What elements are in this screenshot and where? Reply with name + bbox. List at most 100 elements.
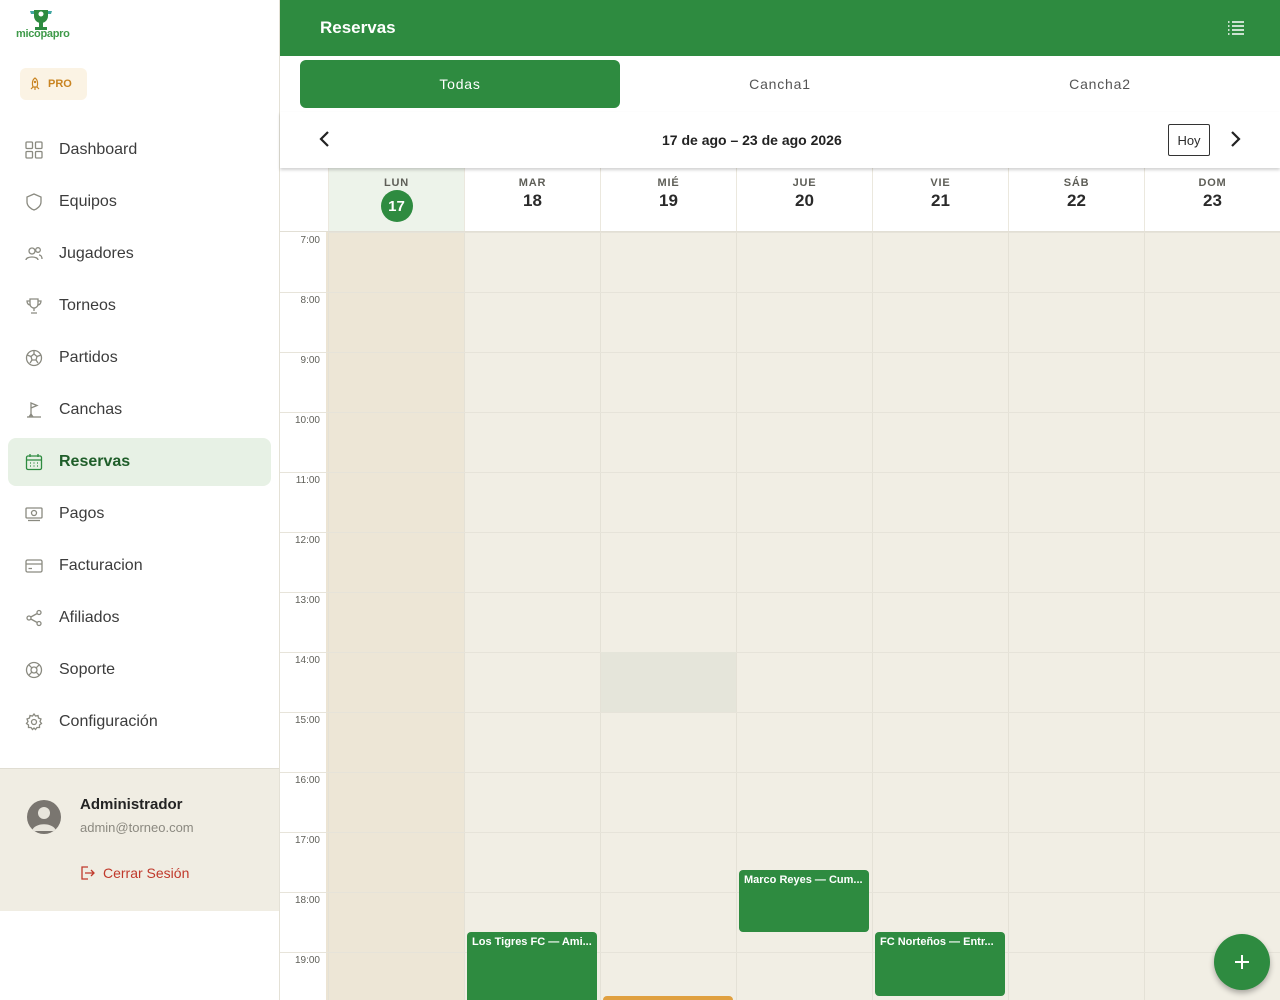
day-header-lun[interactable]: LUN 17 bbox=[328, 168, 464, 231]
sidebar-item-label: Canchas bbox=[59, 401, 123, 418]
time-label: 8:00 bbox=[300, 295, 320, 306]
time-divider bbox=[280, 592, 328, 593]
people-icon bbox=[24, 244, 44, 264]
user-avatar-icon bbox=[32, 807, 56, 831]
credit-card-icon bbox=[24, 556, 44, 576]
trophy-icon bbox=[24, 296, 44, 316]
user-panel: Administrador admin@torneo.com Cerrar Se… bbox=[0, 768, 279, 911]
day-column[interactable] bbox=[872, 232, 1008, 1000]
sidebar-item-label: Reservas bbox=[59, 453, 131, 470]
user-name: Administrador bbox=[80, 796, 183, 813]
money-icon bbox=[24, 504, 44, 524]
sidebar-item-reservas[interactable]: Reservas bbox=[8, 438, 271, 486]
time-label: 19:00 bbox=[294, 955, 320, 966]
plan-badge-label: PRO bbox=[48, 78, 72, 90]
sidebar-item-soporte[interactable]: Soporte bbox=[8, 646, 271, 694]
sidebar-nav: Dashboard Equipos Jugadores Torneos Part… bbox=[8, 126, 271, 750]
reservation-event[interactable]: Marco Reyes — Cum... bbox=[739, 869, 869, 933]
sidebar-item-label: Pagos bbox=[59, 505, 105, 522]
hour-line bbox=[328, 292, 1280, 293]
rocket-icon bbox=[30, 77, 40, 90]
time-divider bbox=[280, 952, 328, 953]
calendar-day-header: LUN 17 MAR 18 MIÉ 19 JUE 20 VIE 21 SÁB 22 DOM 23 bbox=[280, 168, 1280, 232]
tab-cancha1[interactable]: Cancha1 bbox=[620, 60, 940, 108]
time-divider bbox=[280, 712, 328, 713]
sidebar-item-partidos[interactable]: Partidos bbox=[8, 334, 271, 382]
time-divider bbox=[280, 292, 328, 293]
hour-line bbox=[328, 652, 1280, 653]
day-name: MAR bbox=[518, 177, 547, 189]
time-divider bbox=[280, 772, 328, 773]
brand-logo-text: micopapro bbox=[16, 28, 70, 40]
logout-button[interactable]: Cerrar Sesión bbox=[79, 865, 189, 881]
sidebar-item-facturacion[interactable]: Facturacion bbox=[8, 542, 271, 590]
sidebar-item-torneos[interactable]: Torneos bbox=[8, 282, 271, 330]
time-label: 15:00 bbox=[294, 715, 320, 726]
hour-line bbox=[328, 352, 1280, 353]
day-name: DOM bbox=[1198, 177, 1227, 189]
day-header-jue[interactable]: JUE 20 bbox=[736, 168, 872, 231]
time-divider bbox=[280, 472, 328, 473]
day-column[interactable] bbox=[464, 232, 600, 1000]
calendar-icon bbox=[24, 452, 44, 472]
day-name: SÁB bbox=[1063, 177, 1090, 189]
plan-badge: PRO bbox=[20, 68, 87, 100]
tab-cancha2[interactable]: Cancha2 bbox=[940, 60, 1260, 108]
time-divider bbox=[280, 532, 328, 533]
soccer-ball-icon bbox=[24, 348, 44, 368]
day-header-vie[interactable]: VIE 21 bbox=[872, 168, 1008, 231]
time-divider bbox=[280, 352, 328, 353]
day-number: 23 bbox=[1203, 191, 1222, 210]
reservation-event[interactable]: Los Tigres FC — Ami... bbox=[467, 932, 597, 1000]
hour-line bbox=[328, 712, 1280, 713]
hovered-time-slot[interactable] bbox=[601, 652, 736, 712]
date-navigation: 17 de ago – 23 de ago 2026 Hoy bbox=[280, 112, 1280, 168]
time-gutter: 7:00 8:00 9:00 10:00 11:00 12:00 13:00 14:00 15:… bbox=[280, 232, 328, 1000]
tab-todas[interactable]: Todas bbox=[300, 60, 620, 108]
chevron-right-icon[interactable] bbox=[1224, 128, 1246, 150]
day-header-dom[interactable]: DOM 23 bbox=[1144, 168, 1280, 231]
day-number: 22 bbox=[1067, 191, 1086, 210]
sidebar-item-label: Equipos bbox=[59, 193, 117, 210]
add-reservation-button[interactable] bbox=[1214, 934, 1270, 990]
time-label: 9:00 bbox=[300, 355, 320, 366]
sidebar-item-equipos[interactable]: Equipos bbox=[8, 178, 271, 226]
time-label: 16:00 bbox=[294, 775, 320, 786]
sidebar-item-jugadores[interactable]: Jugadores bbox=[8, 230, 271, 278]
sidebar-item-configuracion[interactable]: Configuración bbox=[8, 698, 271, 746]
time-label: 13:00 bbox=[294, 595, 320, 606]
hour-line bbox=[328, 532, 1280, 533]
day-column[interactable] bbox=[1008, 232, 1144, 1000]
reservation-event[interactable]: FC Norteños — Entr... bbox=[875, 932, 1005, 996]
chevron-left-icon[interactable] bbox=[314, 128, 336, 150]
sidebar-item-dashboard[interactable]: Dashboard bbox=[8, 126, 271, 174]
today-button[interactable]: Hoy bbox=[1168, 124, 1210, 156]
day-column[interactable] bbox=[1144, 232, 1280, 1000]
sidebar: micopapro PRO Dashboard Equipos Jugadore… bbox=[0, 0, 280, 1000]
reservation-event[interactable] bbox=[603, 995, 733, 1000]
time-label: 10:00 bbox=[294, 415, 320, 426]
sidebar-item-canchas[interactable]: Canchas bbox=[8, 386, 271, 434]
day-header-sáb[interactable]: SÁB 22 bbox=[1008, 168, 1144, 231]
day-header-mar[interactable]: MAR 18 bbox=[464, 168, 600, 231]
time-label: 14:00 bbox=[294, 655, 320, 666]
time-divider bbox=[280, 892, 328, 893]
hour-line bbox=[328, 772, 1280, 773]
list-view-icon[interactable] bbox=[1226, 18, 1246, 38]
day-column[interactable] bbox=[600, 232, 736, 1000]
sidebar-item-label: Soporte bbox=[59, 661, 116, 678]
day-column[interactable] bbox=[328, 232, 464, 1000]
today-date-badge: 17 bbox=[380, 190, 413, 222]
field-flag-icon bbox=[24, 400, 44, 420]
time-label: 11:00 bbox=[295, 475, 320, 486]
avatar[interactable] bbox=[27, 800, 61, 834]
day-header-mié[interactable]: MIÉ 19 bbox=[600, 168, 736, 231]
sidebar-item-afiliados[interactable]: Afiliados bbox=[8, 594, 271, 642]
page-title: Reservas bbox=[320, 18, 396, 37]
sidebar-item-pagos[interactable]: Pagos bbox=[8, 490, 271, 538]
time-divider bbox=[280, 652, 328, 653]
calendar-grid[interactable]: Marco Reyes — Cum... Los Tigres FC — Ami.… bbox=[328, 232, 1280, 1000]
time-divider bbox=[280, 832, 328, 833]
share-icon bbox=[24, 608, 44, 628]
court-tabs: Todas Cancha1 Cancha2 bbox=[280, 56, 1280, 112]
